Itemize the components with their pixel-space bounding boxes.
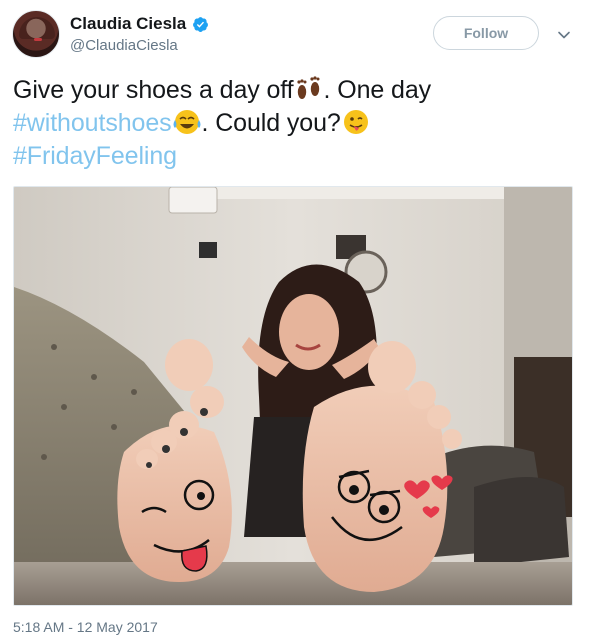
tweet-text: Give your shoes a day off . One day #wit… — [13, 74, 573, 173]
photo-illustration — [14, 187, 572, 605]
tongue-out-emoji-icon — [343, 110, 368, 134]
footprints-emoji-icon — [296, 76, 320, 99]
hashtag-withoutshoes-link[interactable]: #withoutshoes — [13, 109, 172, 137]
tweet-header: Claudia Ciesla @ClaudiaCiesla Follow — [12, 10, 577, 62]
tweet-text-part: . Could you? — [201, 109, 341, 137]
chevron-down-icon[interactable] — [557, 28, 571, 42]
tweet-timestamp[interactable]: 5:18 AM - 12 May 2017 — [13, 619, 158, 635]
author-handle[interactable]: @ClaudiaCiesla — [70, 37, 178, 54]
follow-button[interactable]: Follow — [433, 16, 539, 50]
avatar[interactable] — [12, 10, 60, 58]
tweet-photo[interactable] — [13, 186, 573, 606]
verified-badge-icon — [193, 16, 209, 32]
hashtag-fridayfeeling-link[interactable]: #FridayFeeling — [13, 142, 177, 170]
tears-of-joy-emoji-icon — [173, 110, 201, 134]
author-name-line[interactable]: Claudia Ciesla — [70, 14, 209, 34]
author-display-name[interactable]: Claudia Ciesla — [70, 14, 186, 34]
tweet-text-part: . One day — [323, 76, 432, 104]
tweet-text-part: Give your shoes a day off — [13, 76, 294, 104]
